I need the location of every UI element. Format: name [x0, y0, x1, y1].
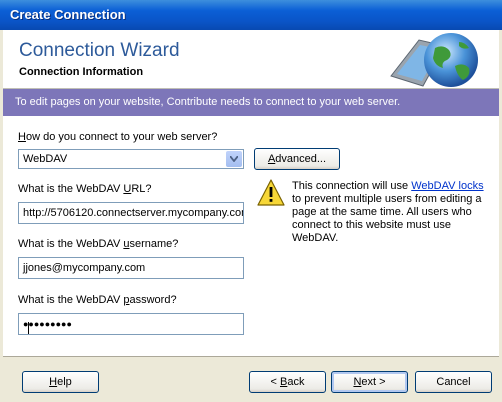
url-input[interactable]: http://5706120.connectserver.mycompany.c… — [18, 202, 244, 224]
dropdown-button[interactable] — [226, 151, 242, 167]
label-text: ow do you connect to your web server? — [25, 131, 218, 143]
label-text: sername? — [129, 238, 179, 250]
back-button[interactable]: < Back — [249, 371, 326, 393]
password-value-wrap: ●●●●●●●●● — [23, 318, 72, 334]
button-mnemonic: H — [49, 376, 58, 388]
password-label: What is the WebDAV password? — [18, 294, 177, 306]
wizard-header: Connection Wizard Connection Information — [3, 30, 499, 89]
connect-method-value: WebDAV — [23, 153, 68, 165]
label-text: What is the WebDAV — [18, 183, 124, 195]
label-text: What is the WebDAV — [18, 294, 124, 306]
button-text: dvanced... — [275, 153, 327, 165]
help-button[interactable]: Help — [22, 371, 99, 393]
advanced-button[interactable]: Advanced... — [254, 148, 340, 170]
globe-monitor-icon — [390, 33, 478, 87]
cancel-button[interactable]: Cancel — [415, 371, 492, 393]
connect-method-select[interactable]: WebDAV — [18, 149, 244, 169]
wizard-title: Connection Wizard — [19, 40, 180, 61]
username-value: jjones@mycompany.com — [23, 262, 146, 274]
webdav-warning-text: This connection will use WebDAV locks to… — [292, 180, 492, 245]
label-mnemonic: H — [18, 131, 26, 143]
button-text: < — [270, 376, 280, 388]
url-label: What is the WebDAV URL? — [18, 183, 152, 195]
chevron-down-icon — [230, 156, 238, 162]
window-title: Create Connection — [10, 7, 126, 22]
webdav-locks-link[interactable]: WebDAV locks — [411, 180, 483, 192]
create-connection-dialog: Create Connection Connection Wizard Conn… — [0, 0, 502, 402]
username-input[interactable]: jjones@mycompany.com — [18, 257, 244, 279]
label-text: RL? — [131, 183, 152, 195]
password-value: ●●●●●●●●● — [23, 319, 72, 329]
url-value: http://5706120.connectserver.mycompany.c… — [23, 207, 244, 219]
connect-method-label: How do you connect to your web server? — [18, 131, 217, 143]
button-text: ack — [287, 376, 305, 388]
label-text: What is the WebDAV — [18, 238, 124, 250]
info-banner: To edit pages on your website, Contribut… — [3, 89, 499, 116]
footer-divider — [3, 356, 499, 357]
password-input[interactable]: ●●●●●●●●● — [18, 313, 244, 335]
button-text: ext > — [361, 376, 386, 388]
text-caret — [28, 322, 29, 334]
warning-text: to prevent multiple users from editing a… — [292, 193, 482, 244]
username-label: What is the WebDAV username? — [18, 238, 178, 250]
warning-icon — [257, 179, 285, 206]
title-bar[interactable]: Create Connection — [0, 0, 502, 30]
warning-text: This connection will use — [292, 180, 412, 192]
info-banner-text: To edit pages on your website, Contribut… — [15, 96, 401, 108]
button-text: elp — [57, 376, 72, 388]
label-text: assword? — [129, 294, 177, 306]
wizard-subtitle: Connection Information — [19, 66, 144, 78]
next-button[interactable]: Next > — [331, 371, 408, 393]
